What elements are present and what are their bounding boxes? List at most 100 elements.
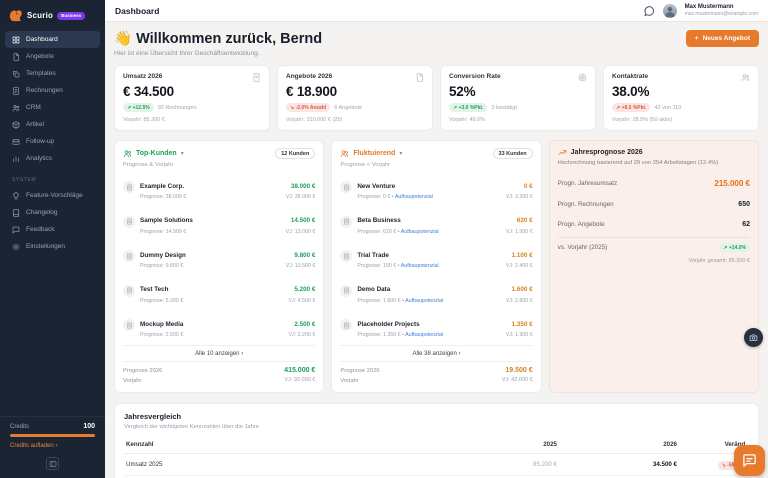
sidebar-item-rechnungen[interactable]: Rechnungen bbox=[5, 82, 100, 99]
aufbaupotenzial-link[interactable]: Aufbaupotenzial bbox=[405, 332, 443, 338]
show-all-link[interactable]: Alle 10 anzeigen › bbox=[123, 345, 315, 361]
customer-count-badge: 33 Kunden bbox=[493, 148, 533, 159]
customer-row[interactable]: Sample SolutionsPrognose: 14.500 € 14.50… bbox=[123, 205, 315, 240]
customer-value: 1.350 € bbox=[512, 321, 533, 328]
aufbaupotenzial-link[interactable]: Aufbaupotenzial bbox=[401, 263, 439, 269]
customer-row[interactable]: Demo DataPrognose: 1.600 € • Aufbaupoten… bbox=[340, 274, 532, 309]
sidebar-item-analytics[interactable]: Analytics bbox=[5, 150, 100, 167]
customer-row[interactable]: Beta BusinessPrognose: 620 € • Aufbaupot… bbox=[340, 205, 532, 240]
customer-row[interactable]: Mockup MediaPrognose: 2.500 € 2.500 €VJ:… bbox=[123, 308, 315, 343]
sidebar-item-artikel[interactable]: Artikel bbox=[5, 116, 100, 133]
kpi-card-umsatz: Umsatz 2026 € 34.500 ↗ +12.5% 92 Rechnun… bbox=[114, 65, 270, 131]
aufbaupotenzial-link[interactable]: Aufbaupotenzial bbox=[395, 194, 433, 200]
nav-label: Templates bbox=[26, 70, 56, 77]
footer-label-vorjahr: Vorjahr bbox=[340, 376, 379, 386]
user-email: max.mustermann@example.com bbox=[685, 11, 758, 17]
aufbaupotenzial-link[interactable]: Aufbaupotenzial bbox=[405, 298, 443, 304]
customer-name: Example Corp. bbox=[140, 183, 184, 190]
credits-topup-link[interactable]: Credits aufladen › bbox=[10, 443, 95, 449]
customer-value: 38.000 € bbox=[291, 183, 316, 190]
sidebar-item-dashboard[interactable]: Dashboard bbox=[5, 31, 100, 48]
panel-subtitle: Hochrechnung basierend auf 29 von 254 Ar… bbox=[558, 160, 750, 166]
trend-badge: ↗ +9.5 %Pkt. bbox=[612, 103, 650, 112]
avatar[interactable] bbox=[663, 4, 677, 18]
footer-vorjahr-value: VJ: 42.000 € bbox=[502, 376, 533, 384]
kpi-card-conversion: Conversion Rate 52% ↗ +3.0 %Pkt. 3 bestä… bbox=[440, 65, 596, 131]
plan-badge: Business bbox=[57, 12, 85, 20]
customer-name: Test Tech bbox=[140, 286, 168, 293]
customer-value: 0 € bbox=[524, 183, 533, 190]
panel-title[interactable]: Fluktuierend bbox=[353, 150, 395, 157]
footer-prognose-value: 415.000 € bbox=[284, 366, 315, 377]
invoice-icon bbox=[12, 87, 20, 95]
mail-icon bbox=[12, 138, 20, 146]
sidebar-item-einstellungen[interactable]: Einstellungen bbox=[5, 238, 100, 255]
panel-title[interactable]: Top-Kunden bbox=[136, 150, 177, 157]
nav-label: Feature-Vorschläge bbox=[26, 192, 83, 199]
col-2025: 2025 bbox=[439, 437, 559, 454]
target-icon bbox=[578, 73, 587, 82]
customer-vj: VJ: 1.900 € bbox=[506, 332, 533, 338]
sidebar-collapse-button[interactable] bbox=[46, 457, 59, 470]
aufbaupotenzial-link[interactable]: Aufbaupotenzial bbox=[401, 229, 439, 235]
kpi-value: € 18.900 bbox=[286, 84, 424, 99]
screenshot-button[interactable] bbox=[744, 328, 763, 347]
building-icon bbox=[126, 287, 133, 294]
user-meta[interactable]: Max Mustermann max.mustermann@example.co… bbox=[685, 4, 758, 18]
sidebar-item-crm[interactable]: CRM bbox=[5, 99, 100, 116]
notification-bubble-icon[interactable] bbox=[643, 5, 655, 17]
kpi-title: Umsatz 2026 bbox=[123, 73, 261, 80]
customer-name: Sample Solutions bbox=[140, 217, 193, 224]
customer-prognose: Prognose: 9.800 € bbox=[140, 263, 281, 269]
kpi-value: € 34.500 bbox=[123, 84, 261, 99]
main-column: Dashboard Max Mustermann max.mustermann@… bbox=[105, 0, 768, 478]
company-avatar bbox=[340, 181, 352, 193]
customer-row[interactable]: Dummy DesignPrognose: 9.800 € 9.800 €VJ:… bbox=[123, 239, 315, 274]
sidebar-item-angebote[interactable]: Angebote bbox=[5, 48, 100, 65]
logo[interactable]: Scurio Business bbox=[0, 6, 105, 31]
sidebar-item-feedback[interactable]: Feedback bbox=[5, 221, 100, 238]
welcome-section: 👋 Willkommen zurück, Bernd Hier ist eine… bbox=[114, 30, 759, 57]
new-offer-button[interactable]: + Neues Angebot bbox=[686, 30, 759, 47]
sidebar-system-nav: Feature-Vorschläge Changelog Feedback Ei… bbox=[0, 187, 105, 255]
sidebar-item-templates[interactable]: Templates bbox=[5, 65, 100, 82]
customer-prognose: Prognose: 0 € • bbox=[357, 194, 393, 200]
sidebar-item-feature-vorschlaege[interactable]: Feature-Vorschläge bbox=[5, 187, 100, 204]
kpi-extra: 42 von 110 bbox=[654, 105, 681, 111]
customer-row[interactable]: New VenturePrognose: 0 € • Aufbaupotenzi… bbox=[340, 170, 532, 205]
company-avatar bbox=[123, 181, 135, 193]
kpi-value: 38.0% bbox=[612, 84, 750, 99]
customer-row[interactable]: Example Corp. Prognose: 38.000 € 38.000 €… bbox=[123, 170, 315, 205]
sidebar-item-changelog[interactable]: Changelog bbox=[5, 204, 100, 221]
prognose-line: Progn. Jahresumsatz 215.000 € bbox=[558, 172, 750, 194]
kpi-row: Umsatz 2026 € 34.500 ↗ +12.5% 92 Rechnun… bbox=[114, 65, 759, 131]
chevron-down-icon[interactable]: ▾ bbox=[399, 150, 402, 157]
kpi-extra: 92 Rechnungen bbox=[158, 105, 197, 111]
customer-vj: VJ: 4.500 € bbox=[289, 298, 316, 304]
customer-row[interactable]: Placeholder ProjectsPrognose: 1.350 € • … bbox=[340, 308, 532, 343]
kpi-extra: 3 bestätigt bbox=[491, 105, 516, 111]
customer-row[interactable]: Test TechPrognose: 5.200 € 5.200 €VJ: 4.… bbox=[123, 274, 315, 309]
customer-value: 9.800 € bbox=[294, 252, 315, 259]
copy-icon bbox=[12, 70, 20, 78]
customer-prognose: Prognose: 38.000 € bbox=[140, 194, 281, 200]
customer-vj: VJ: 2.200 € bbox=[289, 332, 316, 338]
kpi-value: 52% bbox=[449, 84, 587, 99]
customer-row[interactable]: Trial TradePrognose: 100 € • Aufbaupoten… bbox=[340, 239, 532, 274]
customer-prognose: Prognose: 100 € • bbox=[357, 263, 399, 269]
chevron-down-icon[interactable]: ▾ bbox=[181, 150, 184, 157]
top-kunden-panel: Top-Kunden ▾ 12 Kunden Prognose & Vorjah… bbox=[114, 140, 324, 393]
panels-row: Top-Kunden ▾ 12 Kunden Prognose & Vorjah… bbox=[114, 140, 759, 393]
message-square-icon bbox=[12, 226, 20, 234]
nav-label: Angebote bbox=[26, 53, 54, 60]
building-icon bbox=[126, 184, 133, 191]
plus-icon: + bbox=[695, 35, 699, 42]
show-all-link[interactable]: Alle 38 anzeigen › bbox=[340, 345, 532, 361]
building-icon bbox=[343, 218, 350, 225]
kpi-footer: Vorjahr: 49.0% bbox=[449, 117, 587, 123]
footer-label-prognose: Prognose 2026 bbox=[340, 366, 379, 376]
chevron-right-icon: › bbox=[241, 351, 243, 357]
support-chat-button[interactable] bbox=[734, 445, 765, 476]
kpi-card-angebote: Angebote 2026 € 18.900 ↘ -2.0% Anzahl 6 … bbox=[277, 65, 433, 131]
sidebar-item-follow-up[interactable]: Follow-up bbox=[5, 133, 100, 150]
